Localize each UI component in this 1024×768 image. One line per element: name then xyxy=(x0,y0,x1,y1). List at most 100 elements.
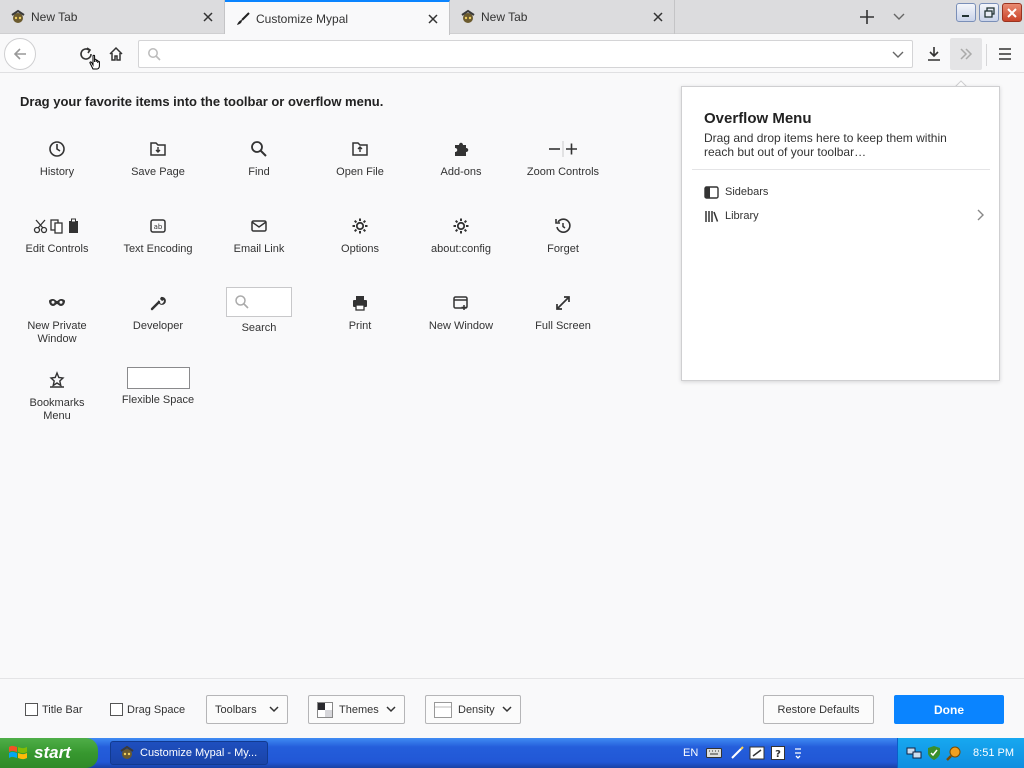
tab-list-chevron-icon[interactable] xyxy=(889,7,909,27)
tab-customize-mypal[interactable]: Customize Mypal xyxy=(225,0,450,35)
close-icon[interactable] xyxy=(198,7,218,27)
back-button[interactable] xyxy=(4,38,36,70)
mypal-icon xyxy=(460,9,476,25)
home-button[interactable] xyxy=(100,38,132,70)
palette-item-bookmarks-menu[interactable]: Bookmarks Menu xyxy=(7,370,107,423)
close-icon[interactable] xyxy=(423,9,443,29)
security-shield-icon[interactable] xyxy=(926,745,942,761)
language-bar-icon[interactable] xyxy=(749,745,765,761)
minimize-button[interactable] xyxy=(956,3,976,22)
search-icon xyxy=(147,47,161,64)
new-window-icon xyxy=(452,293,470,313)
taskbar-window-label: Customize Mypal - My... xyxy=(140,747,258,759)
palette-item-edit-controls[interactable]: Edit Controls xyxy=(7,216,107,256)
clock[interactable]: 8:51 PM xyxy=(973,747,1014,759)
overflow-button[interactable] xyxy=(950,38,982,70)
dropdown-label: Density xyxy=(458,703,495,716)
taskbar-window-mypal[interactable]: Customize Mypal - My... xyxy=(110,741,268,765)
palette-item-open-file[interactable]: Open File xyxy=(310,139,410,179)
help-icon[interactable]: ? xyxy=(770,745,786,761)
downloads-button[interactable] xyxy=(918,38,950,70)
chevron-down-icon[interactable] xyxy=(892,47,904,64)
start-label: start xyxy=(34,743,71,762)
chevron-down-icon xyxy=(269,704,279,716)
bookmarks-menu-icon xyxy=(48,370,66,390)
done-button[interactable]: Done xyxy=(894,695,1004,724)
keyboard-icon[interactable] xyxy=(706,745,722,761)
fullscreen-icon xyxy=(554,293,572,313)
palette-item-search[interactable]: Search xyxy=(209,287,309,335)
pen-icon[interactable] xyxy=(729,745,745,761)
restore-defaults-button[interactable]: Restore Defaults xyxy=(763,695,874,724)
palette-label: Options xyxy=(341,243,379,255)
language-indicator[interactable]: EN xyxy=(683,747,698,759)
search-tray-icon[interactable] xyxy=(946,745,962,761)
density-dropdown[interactable]: Density xyxy=(425,695,521,724)
checkbox-label: Drag Space xyxy=(127,703,186,716)
open-file-icon xyxy=(351,139,369,159)
sidebars-icon xyxy=(704,185,722,199)
window-close-button[interactable] xyxy=(1002,3,1022,22)
palette-label: New Private Window xyxy=(27,320,87,345)
palette-label: Developer xyxy=(132,320,184,332)
palette-label: History xyxy=(39,166,75,178)
hamburger-icon xyxy=(999,48,1011,60)
palette-item-flexible-space[interactable]: Flexible Space xyxy=(108,367,208,407)
palette-item-forget[interactable]: Forget xyxy=(513,216,613,256)
back-arrow-icon xyxy=(13,48,26,60)
overflow-item-label: Sidebars xyxy=(725,186,769,198)
drag-space-checkbox[interactable]: Drag Space xyxy=(110,703,185,716)
tab-new-tab-1[interactable]: New Tab xyxy=(0,0,225,34)
overflow-item-library[interactable]: Library xyxy=(704,207,984,225)
palette-item-developer[interactable]: Developer xyxy=(108,293,208,333)
palette-item-print[interactable]: Print xyxy=(310,293,410,333)
toolbars-dropdown[interactable]: Toolbars xyxy=(206,695,288,724)
new-tab-plus-icon[interactable] xyxy=(857,7,877,27)
palette-item-new-window[interactable]: New Window xyxy=(411,293,511,333)
checkbox-box[interactable] xyxy=(110,703,123,716)
url-bar[interactable] xyxy=(138,40,913,68)
svg-text:ab: ab xyxy=(154,223,163,231)
chevron-down-icon xyxy=(386,704,396,716)
palette-item-zoom-controls[interactable]: Zoom Controls xyxy=(513,139,613,179)
palette-item-find[interactable]: Find xyxy=(209,139,309,179)
palette-label: Forget xyxy=(547,243,579,255)
checkbox-box[interactable] xyxy=(25,703,38,716)
menu-button[interactable] xyxy=(989,38,1021,70)
home-icon xyxy=(109,46,123,61)
close-icon[interactable] xyxy=(648,7,668,27)
overflow-item-label: Library xyxy=(725,210,759,222)
network-icon[interactable] xyxy=(906,745,922,761)
themes-dropdown[interactable]: Themes xyxy=(308,695,405,724)
restore-button[interactable] xyxy=(979,3,999,22)
flexible-space-preview xyxy=(126,367,190,389)
options-arrow-icon[interactable] xyxy=(790,745,806,761)
tab-label: Customize Mypal xyxy=(256,11,349,26)
palette-item-options[interactable]: Options xyxy=(310,216,410,256)
palette-item-email-link[interactable]: Email Link xyxy=(209,216,309,256)
windows-taskbar: start Customize Mypal - My... EN ? 8:51 … xyxy=(0,738,1024,768)
palette-item-about-config[interactable]: about:config xyxy=(411,216,511,256)
chevron-right-icon xyxy=(976,209,984,224)
tab-new-tab-2[interactable]: New Tab xyxy=(450,0,675,34)
navigation-toolbar xyxy=(0,35,1024,73)
palette-label: Bookmarks Menu xyxy=(29,397,85,422)
palette-item-full-screen[interactable]: Full Screen xyxy=(513,293,613,333)
overflow-menu-panel[interactable]: Overflow Menu Drag and drop items here t… xyxy=(681,86,1000,381)
palette-item-text-encoding[interactable]: ab Text Encoding xyxy=(108,216,208,256)
overflow-separator xyxy=(692,169,990,170)
dropdown-label: Themes xyxy=(339,703,379,716)
palette-label: Add-ons xyxy=(440,166,482,178)
download-icon xyxy=(928,47,940,61)
palette-item-new-private-window[interactable]: New Private Window xyxy=(7,293,107,346)
customize-footer: Title Bar Drag Space Toolbars Themes Den… xyxy=(0,678,1024,738)
tab-strip: New Tab Customize Mypal New Tab xyxy=(0,0,1024,35)
overflow-item-sidebars[interactable]: Sidebars xyxy=(704,183,984,201)
palette-item-history[interactable]: History xyxy=(7,139,107,179)
palette-item-add-ons[interactable]: Add-ons xyxy=(411,139,511,179)
title-bar-checkbox[interactable]: Title Bar xyxy=(25,703,83,716)
checkbox-label: Title Bar xyxy=(42,703,83,716)
url-input[interactable] xyxy=(167,45,867,65)
start-button[interactable]: start xyxy=(0,738,98,768)
palette-item-save-page[interactable]: Save Page xyxy=(108,139,208,179)
